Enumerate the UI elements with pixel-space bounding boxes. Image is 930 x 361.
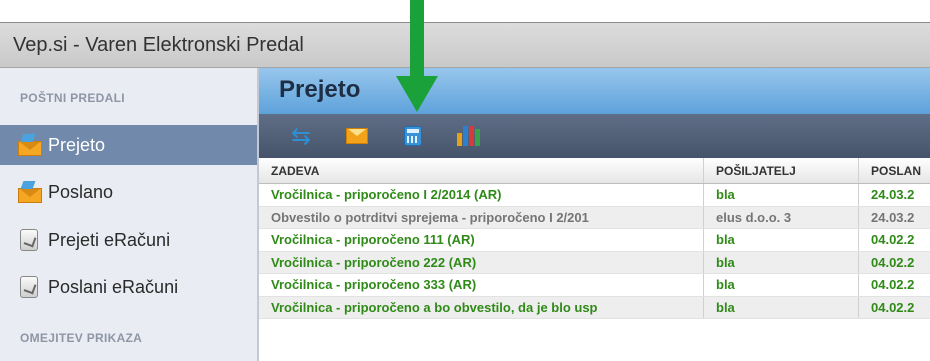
- cell-subject: Obvestilo o potrditvi sprejema - priporo…: [259, 206, 704, 228]
- toolbar: ⇆: [259, 114, 930, 158]
- cell-sender: bla: [704, 251, 859, 273]
- books-icon[interactable]: [457, 126, 481, 146]
- main-header: Prejeto: [259, 68, 930, 114]
- sidebar-heading-filter: OMEJITEV PRIKAZA: [20, 331, 143, 345]
- table-header: ZADEVA POŠILJATELJ POSLAN: [259, 158, 930, 184]
- envelope-icon[interactable]: [346, 128, 368, 144]
- cell-subject: Vročilnica - priporočeno a bo obvestilo,…: [259, 296, 704, 318]
- table-row[interactable]: Obvestilo o potrditvi sprejema - priporo…: [259, 206, 930, 229]
- sidebar-heading-mailboxes: POŠTNI PREDALI: [20, 91, 125, 105]
- annotation-arrow-icon: [396, 0, 438, 112]
- cell-subject: Vročilnica - priporočeno 333 (AR): [259, 274, 704, 296]
- calculator-icon[interactable]: [404, 126, 422, 146]
- sidebar-item-received-invoices[interactable]: Prejeti eRačuni: [0, 220, 257, 260]
- window-title: Vep.si - Varen Elektronski Predal: [13, 34, 304, 56]
- cell-subject: Vročilnica - priporočeno 111 (AR): [259, 229, 704, 251]
- table-row[interactable]: Vročilnica - priporočeno 111 (AR) bla 04…: [259, 229, 930, 252]
- sidebar-item-inbox[interactable]: Prejeto: [0, 125, 257, 165]
- message-table: ZADEVA POŠILJATELJ POSLAN Vročilnica - p…: [259, 158, 930, 319]
- cell-sent: 24.03.2: [871, 187, 915, 203]
- cell-sent: 04.02.2: [871, 277, 915, 293]
- column-header-sent[interactable]: POSLAN: [859, 158, 930, 183]
- cell-sender: elus d.o.o. 3: [704, 206, 859, 228]
- cell-sender: bla: [704, 229, 859, 251]
- cell-sent: 04.02.2: [871, 232, 915, 248]
- cell-sent: 04.02.2: [871, 254, 915, 270]
- cell-sent: 04.02.2: [871, 299, 915, 315]
- cell-sender: bla: [704, 184, 859, 206]
- sidebar-item-label: Prejeti eRačuni: [48, 229, 171, 250]
- page-title: Prejeto: [279, 76, 361, 103]
- sent-envelope-icon: [16, 181, 42, 203]
- table-row[interactable]: Vročilnica - priporočeno 222 (AR) bla 04…: [259, 251, 930, 274]
- main-panel: Prejeto ⇆ ZADEVA POŠILJATELJ POSLAN Vroč…: [259, 68, 930, 361]
- cell-sender: bla: [704, 274, 859, 296]
- refresh-icon[interactable]: ⇆: [291, 124, 315, 148]
- sent-invoice-icon: [16, 276, 42, 298]
- cell-sent: 24.03.2: [871, 209, 915, 225]
- received-invoice-icon: [16, 229, 42, 251]
- cell-sender: bla: [704, 296, 859, 318]
- column-header-sender[interactable]: POŠILJATELJ: [704, 158, 859, 183]
- inbox-envelope-icon: [16, 134, 42, 156]
- table-row[interactable]: Vročilnica - priporočeno a bo obvestilo,…: [259, 296, 930, 319]
- cell-subject: Vročilnica - priporočeno 222 (AR): [259, 251, 704, 273]
- sidebar: POŠTNI PREDALI Prejeto Poslano Prejeti e…: [0, 68, 259, 361]
- window-title-bar: Vep.si - Varen Elektronski Predal: [0, 22, 930, 68]
- table-row[interactable]: Vročilnica - priporočeno I 2/2014 (AR) b…: [259, 184, 930, 207]
- sidebar-item-label: Poslano: [48, 181, 114, 202]
- sidebar-item-sent[interactable]: Poslano: [0, 172, 257, 212]
- sidebar-item-label: Poslani eRačuni: [48, 276, 179, 297]
- table-row[interactable]: Vročilnica - priporočeno 333 (AR) bla 04…: [259, 274, 930, 297]
- cell-subject: Vročilnica - priporočeno I 2/2014 (AR): [259, 184, 704, 206]
- sidebar-item-label: Prejeto: [48, 134, 106, 155]
- column-header-subject[interactable]: ZADEVA: [259, 158, 704, 183]
- sidebar-item-sent-invoices[interactable]: Poslani eRačuni: [0, 267, 257, 307]
